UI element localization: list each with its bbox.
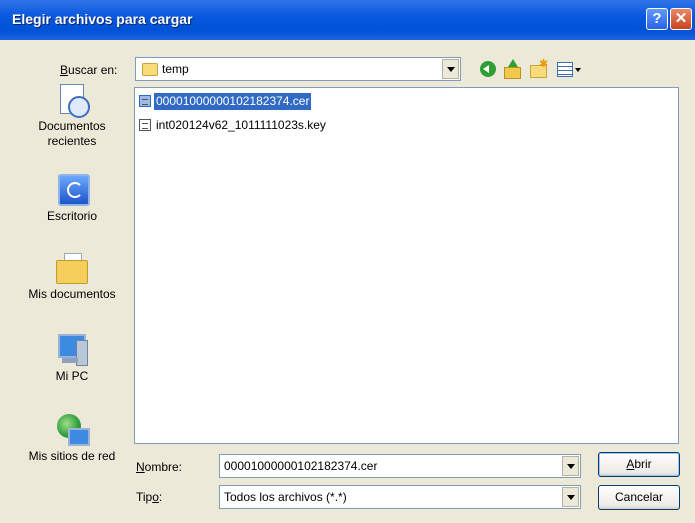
up-folder-icon-folder bbox=[504, 67, 521, 79]
my-documents-icon bbox=[54, 252, 90, 284]
file-type-label-prefix: Tip bbox=[136, 490, 153, 504]
folder-icon bbox=[142, 63, 158, 76]
look-in-value: temp bbox=[162, 62, 189, 76]
up-folder-icon-arrow bbox=[508, 59, 518, 67]
place-label-network: Mis sitios de red bbox=[28, 449, 116, 463]
views-menu-icon-arrow bbox=[575, 68, 581, 72]
my-computer-icon bbox=[54, 334, 90, 366]
new-folder-icon-spark: ✱ bbox=[539, 58, 549, 70]
dropdown-arrow-icon[interactable] bbox=[562, 456, 579, 476]
close-button[interactable]: ✕ bbox=[670, 8, 692, 30]
file-list[interactable]: 00001000000102182374.cer int020124v62_10… bbox=[134, 87, 679, 444]
place-recent-documents[interactable]: Documentos recientes bbox=[18, 84, 126, 149]
place-label-my-documents: Mis documentos bbox=[28, 287, 116, 301]
look-in-dropdown[interactable]: temp bbox=[135, 57, 461, 81]
place-label-recent: Documentos recientes bbox=[38, 119, 106, 148]
file-name: int020124v62_1011111023s.key bbox=[156, 118, 326, 132]
dropdown-arrow-icon[interactable] bbox=[442, 59, 459, 79]
file-type-label-rest: : bbox=[158, 490, 163, 504]
place-desktop[interactable]: Escritorio bbox=[18, 174, 126, 224]
file-type-value: Todos los archivos (*.*) bbox=[224, 490, 347, 504]
file-name: 00001000000102182374.cer bbox=[154, 93, 312, 110]
look-in-label-mnemonic: B bbox=[60, 63, 69, 77]
place-my-computer[interactable]: Mi PC bbox=[18, 334, 126, 384]
file-name-label-mnemonic: N bbox=[136, 460, 145, 474]
look-in-label: Buscar en: bbox=[60, 63, 117, 77]
views-menu-icon-grid bbox=[557, 62, 573, 77]
recent-documents-icon bbox=[54, 84, 90, 118]
file-name-input[interactable]: 00001000000102182374.cer bbox=[219, 454, 581, 478]
back-icon[interactable] bbox=[478, 59, 498, 79]
window-title: Elegir archivos para cargar bbox=[12, 11, 193, 27]
file-icon bbox=[139, 95, 151, 107]
place-label-desktop: Escritorio bbox=[46, 209, 97, 223]
open-button-rest: brir bbox=[634, 457, 652, 471]
views-menu-icon[interactable] bbox=[555, 59, 583, 79]
file-name-label-rest: ombre: bbox=[144, 460, 183, 474]
cancel-button[interactable]: Cancelar bbox=[598, 485, 680, 510]
network-places-icon bbox=[54, 414, 90, 446]
place-label-my-computer: Mi PC bbox=[55, 369, 89, 383]
up-folder-icon[interactable] bbox=[502, 59, 522, 79]
new-folder-icon[interactable]: ✱ bbox=[528, 59, 548, 79]
place-my-documents[interactable]: Mis documentos bbox=[18, 252, 126, 302]
dropdown-arrow-icon[interactable] bbox=[562, 487, 579, 507]
title-bar[interactable]: Elegir archivos para cargar ? ✕ bbox=[0, 0, 695, 40]
file-type-select[interactable]: Todos los archivos (*.*) bbox=[219, 485, 581, 509]
place-network-places[interactable]: Mis sitios de red bbox=[18, 414, 126, 464]
back-icon-arrow bbox=[483, 65, 489, 73]
file-name-label: Nombre: bbox=[136, 460, 182, 474]
file-type-label: Tipo: bbox=[136, 490, 162, 504]
desktop-icon bbox=[54, 174, 90, 206]
file-name-value: 00001000000102182374.cer bbox=[224, 459, 378, 473]
help-button[interactable]: ? bbox=[646, 8, 668, 30]
file-type-label-mnemonic: o bbox=[152, 490, 159, 504]
open-button[interactable]: Abrir bbox=[598, 452, 680, 477]
look-in-label-rest: uscar en: bbox=[68, 63, 118, 77]
file-icon bbox=[139, 119, 151, 131]
